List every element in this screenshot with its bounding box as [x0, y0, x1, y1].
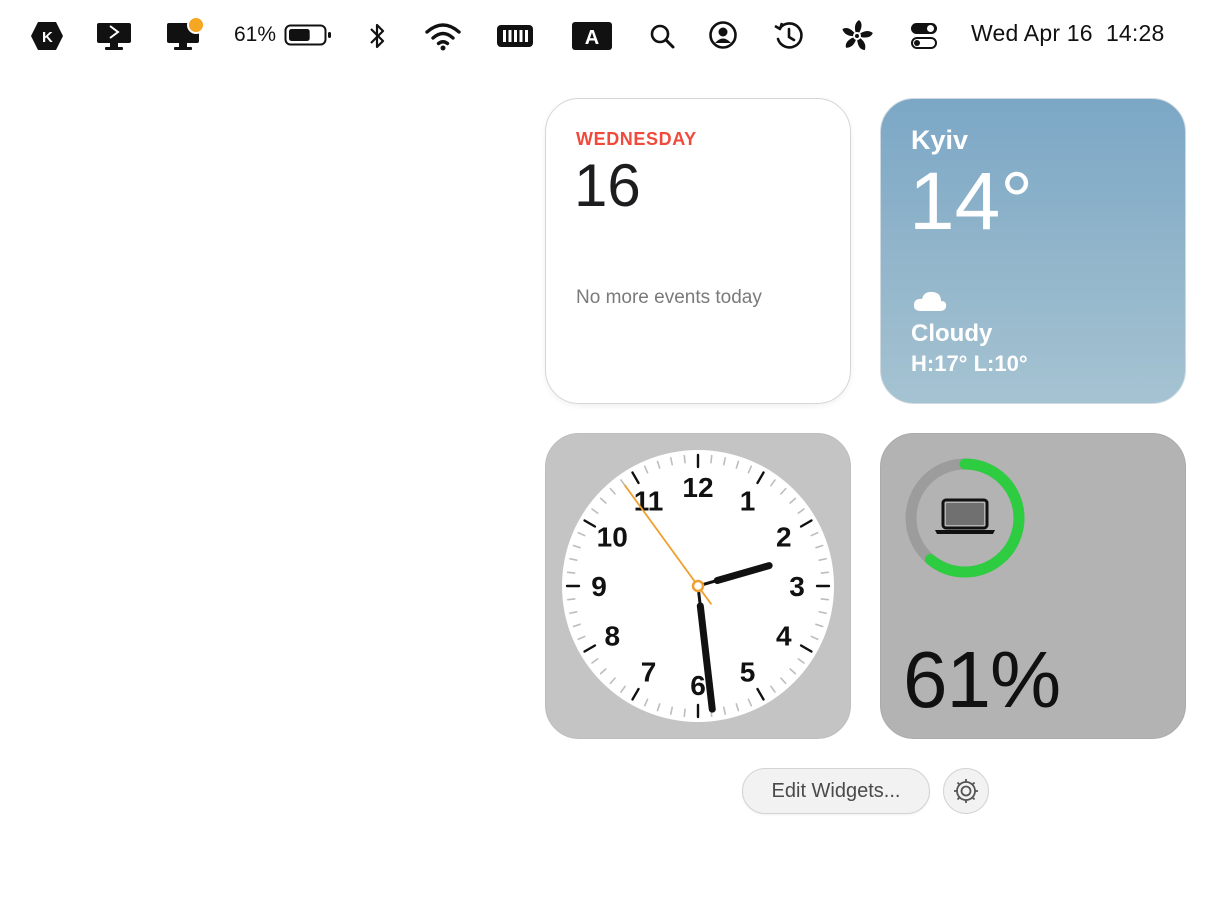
cloud-icon [912, 289, 948, 318]
clock-tick [566, 571, 576, 574]
battery-level-ring [905, 458, 1025, 578]
spotlight-search-icon[interactable] [648, 20, 676, 52]
widget-settings-button[interactable] [943, 768, 989, 814]
clock-center-pin [691, 579, 705, 593]
calendar-widget[interactable]: WEDNESDAY 16 No more events today [545, 98, 851, 404]
keyboard-maestro-icon[interactable]: K [30, 20, 64, 52]
weather-high-low: H:17° L:10° [911, 351, 1028, 376]
battery-percent-value: 61% [903, 635, 1061, 724]
clock-numeral: 5 [740, 657, 756, 688]
time-machine-icon[interactable] [772, 19, 806, 53]
clock-numeral: 10 [597, 522, 628, 553]
user-account-icon[interactable] [707, 19, 739, 51]
clock-tick [683, 454, 686, 464]
clock-numeral: 6 [690, 670, 706, 701]
input-source-letter: A [585, 27, 599, 49]
clock-numeral: 7 [641, 657, 657, 688]
weather-temperature: 14° [909, 156, 1034, 247]
weather-city: Kyiv [911, 125, 969, 155]
clock-tick [710, 454, 713, 464]
calendar-weekday: WEDNESDAY [576, 129, 697, 149]
display-notification-icon[interactable] [164, 16, 206, 52]
clock-numeral: 8 [604, 621, 620, 652]
clock-numeral: 4 [776, 621, 792, 652]
calendar-events-note: No more events today [576, 287, 762, 308]
weather-widget[interactable]: Kyiv 14° Cloudy H:17° L:10° [880, 98, 1186, 404]
svg-text:K: K [42, 29, 53, 46]
wifi-icon[interactable] [424, 20, 462, 52]
clock-tick [820, 598, 830, 601]
clock-widget[interactable]: 12 1 2 3 4 5 6 7 8 9 10 11 [545, 433, 851, 739]
control-center-icon[interactable] [908, 20, 940, 52]
battery-widget[interactable]: 61% [880, 433, 1186, 739]
clock-tick [820, 571, 830, 574]
battery-percent-label: 61% [234, 23, 277, 46]
analog-clock-face: 12 12 3 45 6 78 9 1011 [562, 450, 834, 722]
calendar-date: 16 [574, 152, 641, 219]
bluetooth-icon[interactable] [364, 20, 390, 52]
fan-icon[interactable] [838, 17, 876, 55]
menu-bar: K 61% A Wed Apr 16 14:28 [0, 0, 1216, 70]
input-source-icon[interactable]: A [571, 21, 613, 51]
clock-tick [683, 708, 686, 718]
clock-numeral: 2 [776, 522, 792, 553]
battery-icon [284, 23, 334, 47]
weather-condition: Cloudy [911, 320, 993, 347]
gear-icon [954, 779, 978, 803]
clock-tick [566, 598, 576, 601]
display-icon[interactable] [94, 20, 134, 52]
memory-icon[interactable] [496, 22, 534, 50]
laptop-icon [935, 498, 995, 534]
clock-numeral: 9 [591, 571, 607, 602]
edit-widgets-button[interactable]: Edit Widgets... [742, 768, 930, 814]
clock-numeral: 11 [634, 485, 664, 516]
clock-numeral: 12 [682, 472, 713, 503]
clock-numeral: 3 [789, 571, 805, 602]
clock-numeral: 1 [740, 485, 756, 516]
menubar-datetime[interactable]: Wed Apr 16 14:28 [971, 20, 1165, 47]
battery-status[interactable]: 61% [234, 20, 334, 50]
